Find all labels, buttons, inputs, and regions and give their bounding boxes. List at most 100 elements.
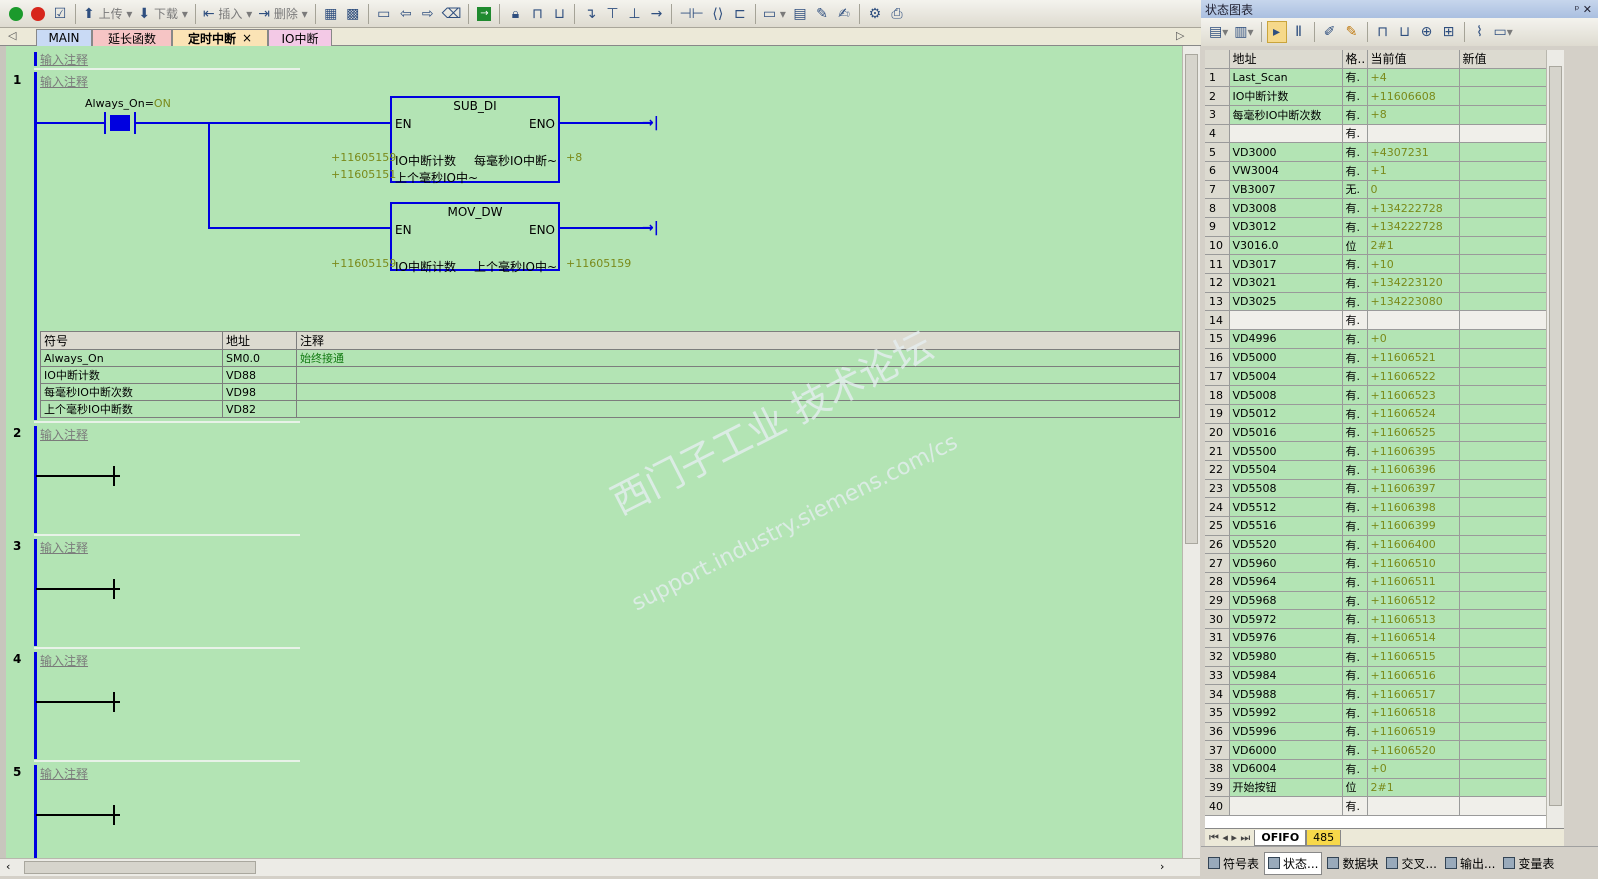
table-row[interactable]: 6 VW3004 有. +1 xyxy=(1205,161,1546,181)
scroll-thumb[interactable] xyxy=(1549,66,1562,806)
new-value-cell[interactable] xyxy=(1459,161,1546,181)
table-row[interactable]: 24 VD5512 有. +11606398 xyxy=(1205,497,1546,517)
current-value-cell[interactable]: +11606400 xyxy=(1367,535,1460,555)
sub-di-block[interactable]: SUB_DI EN ENO IO中断计数 上个毫秒IO中~ 每毫秒IO中断~ xyxy=(390,96,560,185)
monitor-icon[interactable]: ▦ xyxy=(321,3,341,25)
address-cell[interactable]: VD5972 xyxy=(1229,609,1343,630)
mov-dw-block[interactable]: MOV_DW EN ENO IO中断计数 上个毫秒IO中~ xyxy=(390,202,560,274)
format-cell[interactable]: 有. xyxy=(1342,722,1368,742)
table-row[interactable]: 37 VD6000 有. +11606520 xyxy=(1205,740,1546,760)
current-value-cell[interactable]: +0 xyxy=(1367,759,1460,779)
table-row[interactable]: 28 VD5964 有. +11606511 xyxy=(1205,572,1546,592)
format-cell[interactable]: 有. xyxy=(1342,647,1368,667)
column-header-current-value[interactable]: 当前值 xyxy=(1367,50,1460,69)
contact-icon[interactable]: ⊣⊢ xyxy=(677,3,705,25)
new-value-cell[interactable] xyxy=(1459,722,1546,742)
format-cell[interactable]: 有. xyxy=(1342,609,1368,630)
table-row[interactable]: 26 VD5520 有. +11606400 xyxy=(1205,535,1546,555)
table-row[interactable]: 22 VD5504 有. +11606396 xyxy=(1205,460,1546,480)
read-forced-icon[interactable]: ⊞ xyxy=(1439,21,1459,43)
current-value-cell[interactable]: +11606521 xyxy=(1367,348,1460,368)
new-value-cell[interactable] xyxy=(1459,329,1546,349)
address-cell[interactable]: VD5500 xyxy=(1229,441,1343,461)
address-cell[interactable]: VD3012 xyxy=(1229,217,1343,237)
unlock-icon[interactable]: ⊓ xyxy=(527,3,547,25)
format-cell[interactable]: 有. xyxy=(1342,217,1368,237)
address-cell[interactable] xyxy=(1229,796,1343,816)
format-cell[interactable]: 有. xyxy=(1342,86,1368,106)
table-row[interactable]: 9 VD3012 有. +134222728 xyxy=(1205,217,1546,237)
format-cell[interactable]: 有. xyxy=(1342,796,1368,816)
branch-up-icon[interactable]: ⊥ xyxy=(624,3,644,25)
format-cell[interactable]: 有. xyxy=(1342,423,1368,443)
table-row[interactable]: 1 Last_Scan 有. +4 xyxy=(1205,68,1546,88)
current-value-cell[interactable]: +4307231 xyxy=(1367,142,1460,162)
new-value-cell[interactable] xyxy=(1459,759,1546,779)
dock-tab-status-chart[interactable]: 状态... xyxy=(1264,851,1323,875)
branch-line-icon[interactable]: ⊤ xyxy=(602,3,622,25)
address-cell[interactable]: 每毫秒IO中断次数 xyxy=(1229,105,1343,125)
format-cell[interactable]: 有. xyxy=(1342,460,1368,480)
address-cell[interactable] xyxy=(1229,124,1343,144)
table-row[interactable]: 3 每毫秒IO中断次数 有. +8 xyxy=(1205,105,1546,125)
current-value-cell[interactable]: +11606511 xyxy=(1367,572,1460,592)
address-cell[interactable]: VD5976 xyxy=(1229,628,1343,648)
current-value-cell[interactable]: +11606512 xyxy=(1367,591,1460,611)
contact-always-on[interactable] xyxy=(104,112,136,134)
line-right-icon[interactable]: → xyxy=(646,3,666,25)
insert-row-icon[interactable]: ▥ ▾ xyxy=(1232,21,1255,43)
network-comment[interactable]: 输入注释 xyxy=(40,652,88,669)
format-cell[interactable]: 有. xyxy=(1342,142,1368,162)
current-value-cell[interactable]: +11606523 xyxy=(1367,385,1460,405)
dock-tab-cross-ref[interactable]: 交叉... xyxy=(1383,853,1439,874)
address-cell[interactable]: VD3025 xyxy=(1229,292,1343,312)
new-value-cell[interactable] xyxy=(1459,198,1546,218)
network-comment[interactable]: 输入注释 xyxy=(40,765,88,782)
pause-monitor-icon[interactable]: ▩ xyxy=(343,3,363,25)
address-cell[interactable]: VD6000 xyxy=(1229,740,1343,760)
format-cell[interactable]: 有. xyxy=(1342,628,1368,648)
current-value-cell[interactable]: +11606395 xyxy=(1367,441,1460,461)
options-icon[interactable]: ▭ ▾ xyxy=(1492,21,1515,43)
address-cell[interactable]: VD5988 xyxy=(1229,684,1343,704)
format-cell[interactable]: 有. xyxy=(1342,441,1368,461)
table-row[interactable]: 29 VD5968 有. +11606512 xyxy=(1205,591,1546,611)
tab-timed-interrupt[interactable]: 定时中断 × xyxy=(172,29,268,46)
address-cell[interactable]: VD5960 xyxy=(1229,553,1343,574)
comment-icon[interactable]: ▭ ▾ xyxy=(761,3,788,25)
box-icon[interactable]: ▭ xyxy=(374,3,394,25)
new-value-cell[interactable] xyxy=(1459,796,1546,816)
new-value-cell[interactable] xyxy=(1459,740,1546,760)
current-value-cell[interactable]: +134222728 xyxy=(1367,217,1460,237)
format-cell[interactable]: 有. xyxy=(1342,292,1368,312)
ladder-editor[interactable]: 输入注释 1 输入注释 Always_On=ON SUB_DI EN ENO I… xyxy=(0,46,1200,858)
current-value-cell[interactable]: +11606525 xyxy=(1367,423,1460,443)
current-value-cell[interactable]: +11606514 xyxy=(1367,628,1460,648)
address-cell[interactable]: VD5016 xyxy=(1229,423,1343,443)
print-icon[interactable]: ⎙ xyxy=(887,3,907,25)
current-value-cell[interactable] xyxy=(1367,310,1460,331)
address-cell[interactable]: VD5012 xyxy=(1229,404,1343,424)
table-row[interactable]: 11 VD3017 有. +10 xyxy=(1205,254,1546,275)
column-header-new-value[interactable]: 新值 xyxy=(1459,50,1546,69)
table-row[interactable]: 16 VD5000 有. +11606521 xyxy=(1205,348,1546,368)
new-value-cell[interactable] xyxy=(1459,236,1546,256)
tab-close-icon[interactable]: × xyxy=(242,31,252,45)
current-value-cell[interactable]: +11606515 xyxy=(1367,647,1460,667)
new-value-cell[interactable] xyxy=(1459,404,1546,424)
table-row[interactable]: 7 VB3007 无. 0 xyxy=(1205,180,1546,200)
new-value-cell[interactable] xyxy=(1459,423,1546,443)
lock-icon[interactable]: 🔒︎ xyxy=(505,3,525,25)
new-value-cell[interactable] xyxy=(1459,180,1546,200)
table-row[interactable]: 13 VD3025 有. +134223080 xyxy=(1205,292,1546,312)
new-value-cell[interactable] xyxy=(1459,142,1546,162)
goto-icon[interactable]: → xyxy=(474,3,494,25)
scroll-thumb[interactable] xyxy=(1185,54,1198,544)
force-icon[interactable]: ⊓ xyxy=(1373,21,1393,43)
sheet-nav-icons[interactable]: ⏮ ◂ ▸ ⏭ xyxy=(1205,831,1254,845)
current-value-cell[interactable] xyxy=(1367,124,1460,144)
format-cell[interactable]: 有. xyxy=(1342,161,1368,181)
sheet-tab-ofifo[interactable]: OFIFO xyxy=(1254,829,1307,846)
coil-icon[interactable]: ⟨⟩ xyxy=(708,3,728,25)
new-value-cell[interactable] xyxy=(1459,778,1546,798)
